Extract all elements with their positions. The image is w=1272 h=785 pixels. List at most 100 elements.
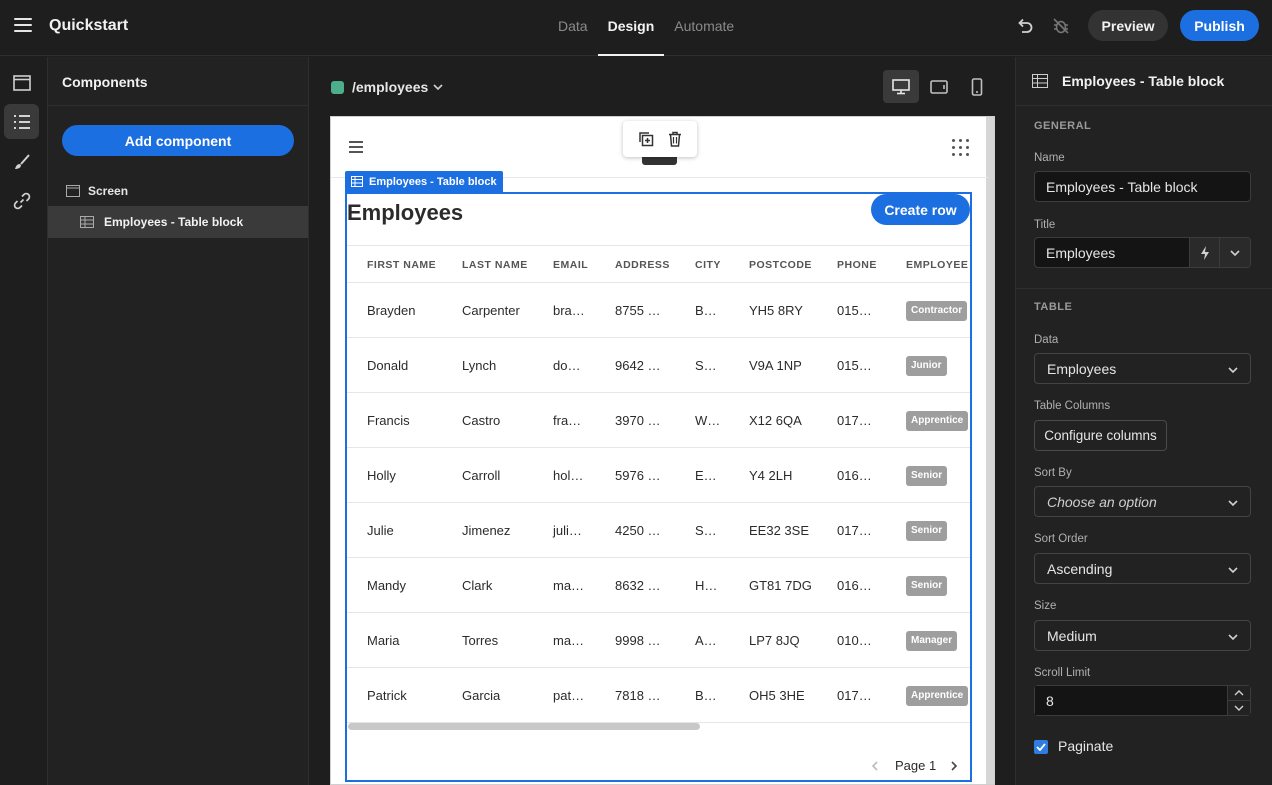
page-indicator: Page 1 [895, 758, 937, 773]
chevron-down-icon[interactable] [432, 81, 444, 93]
chevron-left-icon[interactable] [869, 760, 881, 772]
hamburger-menu-icon[interactable] [14, 18, 32, 34]
tab-automate[interactable]: Automate [664, 0, 744, 56]
table-cell-postcode: V9A 1NP [749, 358, 802, 373]
preview-button[interactable]: Preview [1088, 10, 1168, 41]
table-row[interactable]: Donald Lynch do… 9642 … S… V9A 1NP 015… Junior [347, 338, 970, 393]
column-header[interactable]: PHONE [837, 259, 877, 271]
table-cell-last: Garcia [462, 688, 501, 703]
scroll-limit-field[interactable]: 8 [1035, 686, 1227, 715]
sort-order-label: Sort Order [1034, 533, 1088, 545]
bug-off-icon[interactable] [1051, 16, 1071, 36]
table-row[interactable]: Brayden Carpenter bra… 8755 … B… YH5 8RY 015… C… [347, 283, 970, 338]
binding-bolt-icon[interactable] [1189, 238, 1219, 267]
canvas-scrollbar[interactable] [986, 117, 994, 784]
toolbar-anchor [642, 157, 677, 165]
table-cell-last: Lynch [462, 358, 497, 373]
column-header[interactable]: LAST NAME [462, 259, 528, 271]
sort-by-select[interactable]: Choose an option [1034, 486, 1251, 517]
paginate-label[interactable]: Paginate [1058, 738, 1113, 754]
configure-columns-button[interactable]: Configure columns [1034, 420, 1167, 451]
table-columns-label: Table Columns [1034, 400, 1111, 412]
table-row[interactable]: Maria Torres ma… 9998 … A… LP7 8JQ 010… Manager [347, 613, 970, 668]
table-cell-postcode: Y4 2LH [749, 468, 793, 483]
table-cell-city: W… [695, 413, 721, 428]
table-row[interactable]: Patrick Garcia pat… 7818 … B… OH5 3HE 017… Appr… [347, 668, 970, 723]
table-cell-first: Francis [367, 413, 410, 428]
column-header[interactable]: POSTCODE [749, 259, 812, 271]
route-selector[interactable]: /employees [352, 79, 428, 95]
table-row[interactable]: Francis Castro fra… 3970 … W… X12 6QA 017… Appr… [347, 393, 970, 448]
table-cell-last: Clark [462, 578, 493, 593]
sort-order-value: Ascending [1047, 560, 1113, 577]
settings-panel-title: Employees - Table block [1062, 73, 1225, 89]
stepper-down-icon[interactable] [1228, 701, 1250, 715]
table-row[interactable]: Holly Carroll hol… 5976 … E… Y4 2LH 016… Senior [347, 448, 970, 503]
app-title: Quickstart [49, 17, 129, 34]
column-header[interactable]: EMAIL [553, 259, 588, 271]
table-cell-postcode: YH5 8RY [749, 303, 803, 318]
app-menu-icon[interactable] [349, 141, 363, 153]
table-cell-city: S… [695, 358, 717, 373]
tablet-view-button[interactable] [921, 70, 957, 103]
size-label: Size [1034, 600, 1057, 612]
table-horizontal-scrollbar[interactable] [348, 723, 700, 730]
table-cell-postcode: EE32 3SE [749, 523, 809, 538]
table-cell-email: bra… [553, 303, 585, 318]
table-cell-phone: 017… [837, 523, 872, 538]
table-row[interactable]: Julie Jimenez juli… 4250 … S… EE32 3SE 017… Sen… [347, 503, 970, 558]
components-panel-title: Components [48, 57, 308, 106]
chevron-down-icon[interactable] [1219, 238, 1250, 267]
table-cell-phone: 010… [837, 633, 872, 648]
link-icon [13, 192, 30, 209]
table-cell-address: 9998 … [615, 633, 661, 648]
column-header[interactable]: ADDRESS [615, 259, 670, 271]
table-cell-postcode: OH5 3HE [749, 688, 805, 703]
table-block[interactable]: Employees Create row FIRST NAME LAST NAM… [345, 192, 972, 782]
name-field[interactable]: Employees - Table block [1034, 171, 1251, 202]
table-cell-address: 3970 … [615, 413, 661, 428]
design-canvas-area: /employees Employees - Table block Emplo… [309, 57, 1015, 785]
rail-theme-button[interactable] [4, 144, 39, 179]
table-cell-postcode: X12 6QA [749, 413, 802, 428]
table-cell-city: S… [695, 523, 717, 538]
undo-icon[interactable] [1015, 16, 1035, 36]
chevron-right-icon[interactable] [948, 760, 960, 772]
column-header[interactable]: EMPLOYEE L [906, 259, 970, 271]
publish-button[interactable]: Publish [1180, 10, 1259, 41]
tree-item-table-block[interactable]: Employees - Table block [48, 206, 308, 238]
rail-components-button[interactable] [4, 104, 39, 139]
employee-level-badge: Senior [906, 576, 948, 596]
size-select[interactable]: Medium [1034, 620, 1251, 651]
duplicate-icon[interactable] [638, 131, 654, 147]
column-header[interactable]: CITY [695, 259, 721, 271]
create-row-button[interactable]: Create row [871, 194, 970, 225]
paginate-checkbox[interactable] [1034, 740, 1048, 754]
employee-level-badge: Manager [906, 631, 958, 651]
sort-order-select[interactable]: Ascending [1034, 553, 1251, 584]
tab-design[interactable]: Design [597, 0, 665, 56]
trash-icon[interactable] [668, 131, 682, 147]
tab-data[interactable]: Data [548, 0, 598, 56]
desktop-view-button[interactable] [883, 70, 919, 103]
scroll-limit-label: Scroll Limit [1034, 667, 1091, 679]
stepper-up-icon[interactable] [1228, 686, 1250, 701]
add-component-button[interactable]: Add component [62, 125, 294, 156]
mobile-icon [971, 77, 983, 96]
tree-item-screen[interactable]: Screen [48, 179, 308, 203]
mobile-view-button[interactable] [959, 70, 995, 103]
column-header[interactable]: FIRST NAME [367, 259, 436, 271]
title-field[interactable]: Employees [1035, 238, 1189, 267]
app-grid-icon[interactable] [952, 139, 969, 156]
table-cell-phone: 016… [837, 468, 872, 483]
table-cell-last: Carpenter [462, 303, 520, 318]
table-cell-email: juli… [553, 523, 582, 538]
rail-screens-button[interactable] [4, 65, 39, 100]
rail-links-button[interactable] [4, 183, 39, 218]
table-cell-city: H… [695, 578, 718, 593]
table-cell-city: A… [695, 633, 717, 648]
data-select[interactable]: Employees [1034, 353, 1251, 384]
table-header-row: FIRST NAME LAST NAME EMAIL ADDRESS CITY … [347, 246, 970, 283]
table-row[interactable]: Mandy Clark ma… 8632 … H… GT81 7DG 016… Senior [347, 558, 970, 613]
table-block-title: Employees [347, 200, 464, 225]
